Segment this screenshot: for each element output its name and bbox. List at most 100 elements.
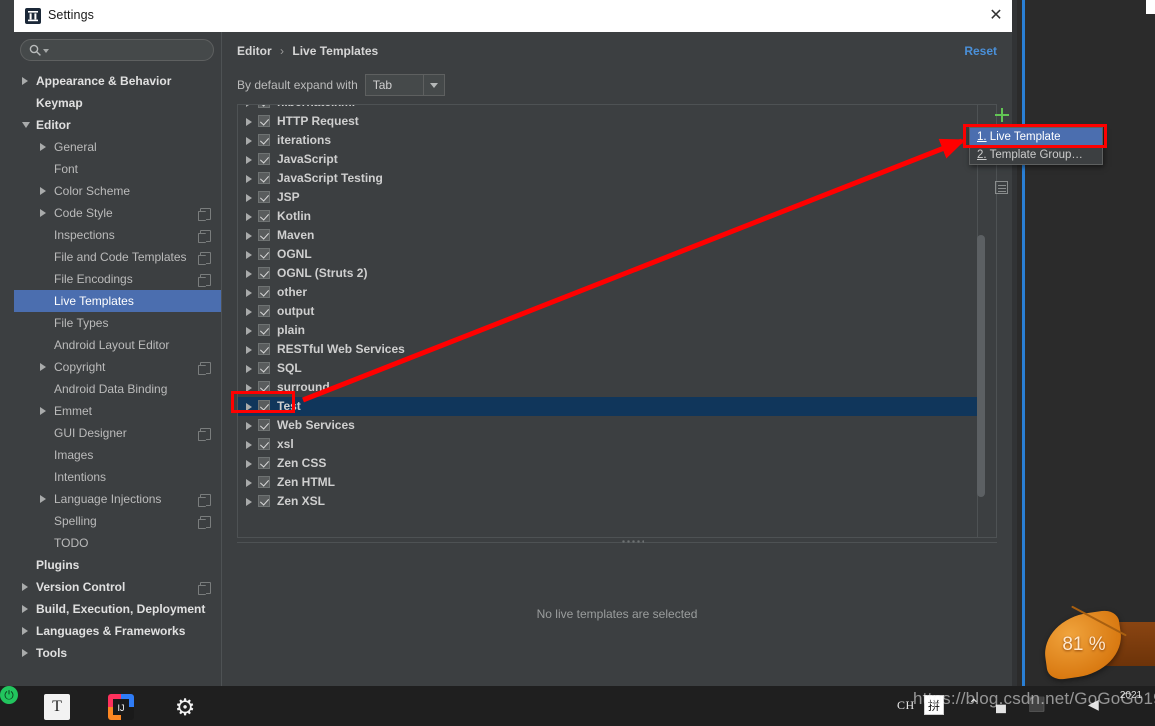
table-row[interactable]: Zen CSS bbox=[238, 454, 980, 473]
chevron-right-icon[interactable] bbox=[40, 495, 46, 503]
table-row[interactable]: Test bbox=[238, 397, 980, 416]
chevron-right-icon[interactable] bbox=[22, 649, 28, 657]
table-row[interactable]: output bbox=[238, 302, 980, 321]
template-group-checkbox[interactable] bbox=[258, 105, 270, 108]
live-templates-list[interactable]: hibernate.xml HTTP Request iterations JavaS… bbox=[237, 104, 997, 538]
table-row[interactable]: HTTP Request bbox=[238, 112, 980, 131]
template-group-checkbox[interactable] bbox=[258, 343, 270, 355]
chevron-right-icon[interactable] bbox=[22, 605, 28, 613]
sidebar-item-copyright[interactable]: Copyright bbox=[14, 356, 221, 378]
panel-splitter[interactable] bbox=[237, 538, 997, 547]
reset-link[interactable]: Reset bbox=[964, 44, 997, 58]
table-row[interactable]: SQL bbox=[238, 359, 980, 378]
chevron-right-icon[interactable] bbox=[40, 209, 46, 217]
chevron-right-icon[interactable] bbox=[246, 346, 252, 354]
sidebar-item-build-execution-deployment[interactable]: Build, Execution, Deployment bbox=[14, 598, 221, 620]
table-row[interactable]: JSP bbox=[238, 188, 980, 207]
plus-icon[interactable] bbox=[991, 104, 1013, 126]
table-row[interactable]: RESTful Web Services bbox=[238, 340, 980, 359]
close-icon[interactable]: ✕ bbox=[980, 0, 1012, 32]
sidebar-item-font[interactable]: Font bbox=[14, 158, 221, 180]
chevron-right-icon[interactable] bbox=[246, 213, 252, 221]
sidebar-item-keymap[interactable]: Keymap bbox=[14, 92, 221, 114]
chevron-right-icon[interactable] bbox=[40, 143, 46, 151]
table-row[interactable]: Maven bbox=[238, 226, 980, 245]
list-scrollbar-thumb[interactable] bbox=[977, 235, 985, 497]
chevron-right-icon[interactable] bbox=[246, 251, 252, 259]
template-group-checkbox[interactable] bbox=[258, 191, 270, 203]
template-group-checkbox[interactable] bbox=[258, 267, 270, 279]
sidebar-item-tools[interactable]: Tools bbox=[14, 642, 221, 664]
sidebar-item-color-scheme[interactable]: Color Scheme bbox=[14, 180, 221, 202]
template-group-checkbox[interactable] bbox=[258, 210, 270, 222]
table-row[interactable]: OGNL (Struts 2) bbox=[238, 264, 980, 283]
table-row[interactable]: Kotlin bbox=[238, 207, 980, 226]
sidebar-item-emmet[interactable]: Emmet bbox=[14, 400, 221, 422]
sidebar-item-file-types[interactable]: File Types bbox=[14, 312, 221, 334]
memory-leaf-widget[interactable]: 81 % bbox=[1040, 605, 1155, 686]
table-row[interactable]: surround bbox=[238, 378, 980, 397]
table-row[interactable]: Web Services bbox=[238, 416, 980, 435]
sidebar-item-live-templates[interactable]: Live Templates bbox=[14, 290, 221, 312]
template-group-checkbox[interactable] bbox=[258, 229, 270, 241]
expand-key-select[interactable]: Tab bbox=[364, 74, 445, 96]
chevron-right-icon[interactable] bbox=[246, 175, 252, 183]
chevron-right-icon[interactable] bbox=[246, 105, 252, 107]
chevron-right-icon[interactable] bbox=[22, 77, 28, 85]
sidebar-item-file-encodings[interactable]: File Encodings bbox=[14, 268, 221, 290]
template-group-checkbox[interactable] bbox=[258, 305, 270, 317]
sidebar-item-spelling[interactable]: Spelling bbox=[14, 510, 221, 532]
sidebar-item-code-style[interactable]: Code Style bbox=[14, 202, 221, 224]
sidebar-item-general[interactable]: General bbox=[14, 136, 221, 158]
chevron-right-icon[interactable] bbox=[246, 156, 252, 164]
sidebar-item-android-data-binding[interactable]: Android Data Binding bbox=[14, 378, 221, 400]
chevron-right-icon[interactable] bbox=[40, 187, 46, 195]
tray-ime-icon[interactable]: 拼 bbox=[924, 695, 944, 715]
sidebar-item-language-injections[interactable]: Language Injections bbox=[14, 488, 221, 510]
chevron-right-icon[interactable] bbox=[246, 137, 252, 145]
chevron-down-icon[interactable] bbox=[22, 122, 30, 132]
template-group-checkbox[interactable] bbox=[258, 153, 270, 165]
table-row[interactable]: iterations bbox=[238, 131, 980, 150]
template-group-checkbox[interactable] bbox=[258, 286, 270, 298]
chevron-right-icon[interactable] bbox=[22, 583, 28, 591]
table-row[interactable]: hibernate.xml bbox=[238, 105, 980, 112]
tray-show-hidden-icon[interactable]: ⌃ bbox=[968, 697, 980, 711]
table-row[interactable]: plain bbox=[238, 321, 980, 340]
breadcrumb-root[interactable]: Editor bbox=[237, 44, 272, 58]
chevron-right-icon[interactable] bbox=[246, 460, 252, 468]
sidebar-item-appearance-behavior[interactable]: Appearance & Behavior bbox=[14, 70, 221, 92]
table-row[interactable]: xsl bbox=[238, 435, 980, 454]
tray-volume-icon[interactable]: ◀ bbox=[1088, 697, 1099, 711]
table-row[interactable]: OGNL bbox=[238, 245, 980, 264]
chevron-right-icon[interactable] bbox=[40, 407, 46, 415]
chevron-down-icon[interactable] bbox=[422, 75, 444, 95]
chevron-right-icon[interactable] bbox=[246, 308, 252, 316]
splitter-grip-icon[interactable] bbox=[622, 540, 644, 544]
sidebar-item-languages-frameworks[interactable]: Languages & Frameworks bbox=[14, 620, 221, 642]
chevron-right-icon[interactable] bbox=[246, 194, 252, 202]
template-group-checkbox[interactable] bbox=[258, 134, 270, 146]
template-group-checkbox[interactable] bbox=[258, 362, 270, 374]
chevron-right-icon[interactable] bbox=[246, 327, 252, 335]
chevron-right-icon[interactable] bbox=[22, 627, 28, 635]
chevron-right-icon[interactable] bbox=[246, 441, 252, 449]
chevron-right-icon[interactable] bbox=[246, 270, 252, 278]
chevron-right-icon[interactable] bbox=[246, 365, 252, 373]
chevron-right-icon[interactable] bbox=[246, 498, 252, 506]
search-scope-chevron-icon[interactable] bbox=[43, 49, 49, 53]
chevron-right-icon[interactable] bbox=[246, 232, 252, 240]
text-document-icon[interactable]: T bbox=[44, 694, 70, 720]
sidebar-item-intentions[interactable]: Intentions bbox=[14, 466, 221, 488]
settings-gear-icon[interactable]: ⚙ bbox=[172, 694, 198, 720]
template-group-checkbox[interactable] bbox=[258, 476, 270, 488]
table-row[interactable]: Zen XSL bbox=[238, 492, 980, 511]
template-group-checkbox[interactable] bbox=[258, 172, 270, 184]
chevron-right-icon[interactable] bbox=[246, 422, 252, 430]
menu-item-template-group[interactable]: 2. Template Group… bbox=[970, 146, 1102, 164]
sidebar-item-plugins[interactable]: Plugins bbox=[14, 554, 221, 576]
chevron-right-icon[interactable] bbox=[246, 118, 252, 126]
template-group-checkbox[interactable] bbox=[258, 457, 270, 469]
intellij-idea-taskbar-icon[interactable]: IJ bbox=[108, 694, 134, 720]
template-group-checkbox[interactable] bbox=[258, 438, 270, 450]
